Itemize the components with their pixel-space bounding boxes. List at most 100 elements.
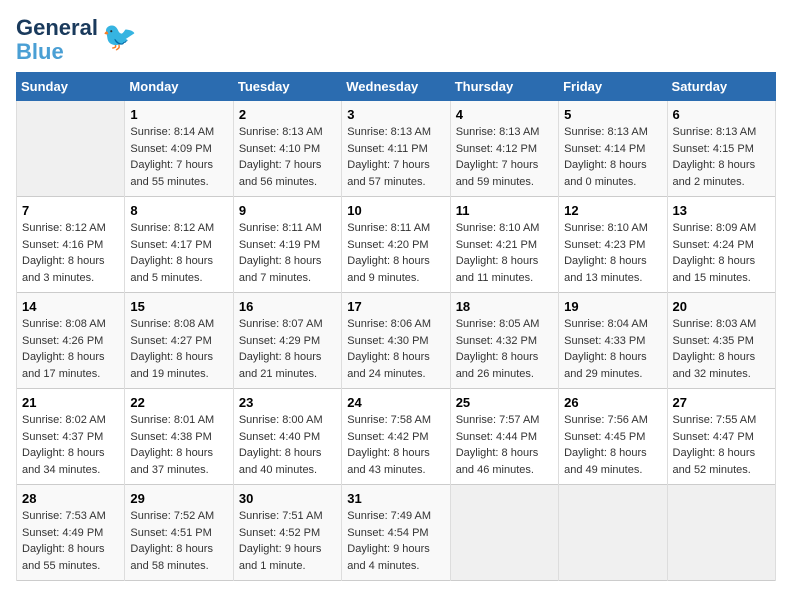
day-number: 19	[564, 299, 661, 314]
day-number: 4	[456, 107, 553, 122]
calendar-cell: 3 Sunrise: 8:13 AMSunset: 4:11 PMDaylight…	[342, 101, 450, 197]
day-info: Sunrise: 8:11 AMSunset: 4:19 PMDaylight:…	[239, 220, 336, 286]
day-info: Sunrise: 8:02 AMSunset: 4:37 PMDaylight:…	[22, 412, 119, 478]
day-number: 3	[347, 107, 444, 122]
calendar-cell: 12 Sunrise: 8:10 AMSunset: 4:23 PMDayligh…	[559, 197, 667, 293]
day-info: Sunrise: 8:03 AMSunset: 4:35 PMDaylight:…	[673, 316, 770, 382]
day-info: Sunrise: 7:52 AMSunset: 4:51 PMDaylight:…	[130, 508, 227, 574]
calendar-cell: 21 Sunrise: 8:02 AMSunset: 4:37 PMDayligh…	[17, 389, 125, 485]
day-number: 17	[347, 299, 444, 314]
calendar-cell: 6Sunrise: 8:13 AMSunset: 4:15 PMDaylight…	[667, 101, 775, 197]
day-number: 8	[130, 203, 227, 218]
calendar-cell: 8 Sunrise: 8:12 AMSunset: 4:17 PMDaylight…	[125, 197, 233, 293]
calendar-cell: 2Sunrise: 8:13 AMSunset: 4:10 PMDaylight…	[233, 101, 341, 197]
calendar-cell: 30 Sunrise: 7:51 AMSunset: 4:52 PMDayligh…	[233, 485, 341, 581]
day-number: 23	[239, 395, 336, 410]
calendar-cell: 7 Sunrise: 8:12 AMSunset: 4:16 PMDaylight…	[17, 197, 125, 293]
day-info: Sunrise: 8:13 AMSunset: 4:11 PMDaylight:…	[347, 124, 444, 190]
day-info: Sunrise: 8:06 AMSunset: 4:30 PMDaylight:…	[347, 316, 444, 382]
calendar-week-row: 14 Sunrise: 8:08 AMSunset: 4:26 PMDayligh…	[17, 293, 776, 389]
day-info: Sunrise: 7:57 AMSunset: 4:44 PMDaylight:…	[456, 412, 553, 478]
calendar-cell: 24Sunrise: 7:58 AMSunset: 4:42 PMDayligh…	[342, 389, 450, 485]
calendar-cell: 13 Sunrise: 8:09 AMSunset: 4:24 PMDayligh…	[667, 197, 775, 293]
calendar-cell	[17, 101, 125, 197]
header-tuesday: Tuesday	[233, 73, 341, 101]
header-monday: Monday	[125, 73, 233, 101]
calendar-cell	[667, 485, 775, 581]
day-number: 10	[347, 203, 444, 218]
calendar-cell: 15Sunrise: 8:08 AMSunset: 4:27 PMDayligh…	[125, 293, 233, 389]
calendar-cell: 19 Sunrise: 8:04 AMSunset: 4:33 PMDayligh…	[559, 293, 667, 389]
day-info: Sunrise: 8:12 AMSunset: 4:16 PMDaylight:…	[22, 220, 119, 286]
calendar-cell: 17 Sunrise: 8:06 AMSunset: 4:30 PMDayligh…	[342, 293, 450, 389]
day-number: 28	[22, 491, 119, 506]
day-info: Sunrise: 8:08 AMSunset: 4:26 PMDaylight:…	[22, 316, 119, 382]
day-number: 26	[564, 395, 661, 410]
day-number: 13	[673, 203, 770, 218]
calendar-week-row: 7 Sunrise: 8:12 AMSunset: 4:16 PMDaylight…	[17, 197, 776, 293]
calendar-week-row: 21 Sunrise: 8:02 AMSunset: 4:37 PMDayligh…	[17, 389, 776, 485]
day-number: 16	[239, 299, 336, 314]
day-number: 31	[347, 491, 444, 506]
calendar-header-row: SundayMondayTuesdayWednesdayThursdayFrid…	[17, 73, 776, 101]
day-number: 1	[130, 107, 227, 122]
calendar-week-row: 28 Sunrise: 7:53 AMSunset: 4:49 PMDayligh…	[17, 485, 776, 581]
day-info: Sunrise: 8:12 AMSunset: 4:17 PMDaylight:…	[130, 220, 227, 286]
day-number: 18	[456, 299, 553, 314]
day-info: Sunrise: 7:53 AMSunset: 4:49 PMDaylight:…	[22, 508, 119, 574]
day-info: Sunrise: 8:10 AMSunset: 4:21 PMDaylight:…	[456, 220, 553, 286]
calendar-table: SundayMondayTuesdayWednesdayThursdayFrid…	[16, 72, 776, 581]
calendar-cell: 26 Sunrise: 7:56 AMSunset: 4:45 PMDayligh…	[559, 389, 667, 485]
day-info: Sunrise: 8:13 AMSunset: 4:15 PMDaylight:…	[673, 124, 770, 190]
calendar-cell: 14 Sunrise: 8:08 AMSunset: 4:26 PMDayligh…	[17, 293, 125, 389]
day-number: 7	[22, 203, 119, 218]
header-saturday: Saturday	[667, 73, 775, 101]
header-wednesday: Wednesday	[342, 73, 450, 101]
header-friday: Friday	[559, 73, 667, 101]
day-number: 24	[347, 395, 444, 410]
calendar-cell: 18Sunrise: 8:05 AMSunset: 4:32 PMDayligh…	[450, 293, 558, 389]
calendar-cell: 23 Sunrise: 8:00 AMSunset: 4:40 PMDayligh…	[233, 389, 341, 485]
day-info: Sunrise: 8:09 AMSunset: 4:24 PMDaylight:…	[673, 220, 770, 286]
day-number: 22	[130, 395, 227, 410]
day-info: Sunrise: 8:01 AMSunset: 4:38 PMDaylight:…	[130, 412, 227, 478]
day-number: 29	[130, 491, 227, 506]
day-number: 25	[456, 395, 553, 410]
calendar-cell: 22 Sunrise: 8:01 AMSunset: 4:38 PMDayligh…	[125, 389, 233, 485]
day-number: 5	[564, 107, 661, 122]
calendar-cell	[559, 485, 667, 581]
day-info: Sunrise: 8:08 AMSunset: 4:27 PMDaylight:…	[130, 316, 227, 382]
day-info: Sunrise: 8:11 AMSunset: 4:20 PMDaylight:…	[347, 220, 444, 286]
day-info: Sunrise: 7:56 AMSunset: 4:45 PMDaylight:…	[564, 412, 661, 478]
day-number: 14	[22, 299, 119, 314]
logo-text: GeneralBlue	[16, 16, 98, 64]
calendar-cell: 11 Sunrise: 8:10 AMSunset: 4:21 PMDayligh…	[450, 197, 558, 293]
calendar-cell: 9Sunrise: 8:11 AMSunset: 4:19 PMDaylight…	[233, 197, 341, 293]
day-number: 30	[239, 491, 336, 506]
calendar-cell: 1Sunrise: 8:14 AMSunset: 4:09 PMDaylight…	[125, 101, 233, 197]
day-info: Sunrise: 8:13 AMSunset: 4:12 PMDaylight:…	[456, 124, 553, 190]
calendar-cell	[450, 485, 558, 581]
day-number: 11	[456, 203, 553, 218]
calendar-cell: 27 Sunrise: 7:55 AMSunset: 4:47 PMDayligh…	[667, 389, 775, 485]
calendar-cell: 31Sunrise: 7:49 AMSunset: 4:54 PMDayligh…	[342, 485, 450, 581]
day-number: 12	[564, 203, 661, 218]
calendar-cell: 28 Sunrise: 7:53 AMSunset: 4:49 PMDayligh…	[17, 485, 125, 581]
day-number: 27	[673, 395, 770, 410]
day-info: Sunrise: 7:51 AMSunset: 4:52 PMDaylight:…	[239, 508, 336, 574]
calendar-cell: 16 Sunrise: 8:07 AMSunset: 4:29 PMDayligh…	[233, 293, 341, 389]
day-number: 21	[22, 395, 119, 410]
calendar-cell: 4 Sunrise: 8:13 AMSunset: 4:12 PMDaylight…	[450, 101, 558, 197]
calendar-cell: 10 Sunrise: 8:11 AMSunset: 4:20 PMDayligh…	[342, 197, 450, 293]
calendar-cell: 25 Sunrise: 7:57 AMSunset: 4:44 PMDayligh…	[450, 389, 558, 485]
logo-bird-icon: 🐦	[102, 20, 137, 53]
day-info: Sunrise: 8:04 AMSunset: 4:33 PMDaylight:…	[564, 316, 661, 382]
day-info: Sunrise: 7:55 AMSunset: 4:47 PMDaylight:…	[673, 412, 770, 478]
header-sunday: Sunday	[17, 73, 125, 101]
day-info: Sunrise: 8:13 AMSunset: 4:10 PMDaylight:…	[239, 124, 336, 190]
day-number: 20	[673, 299, 770, 314]
calendar-cell: 5Sunrise: 8:13 AMSunset: 4:14 PMDaylight…	[559, 101, 667, 197]
day-info: Sunrise: 8:10 AMSunset: 4:23 PMDaylight:…	[564, 220, 661, 286]
day-info: Sunrise: 8:07 AMSunset: 4:29 PMDaylight:…	[239, 316, 336, 382]
day-info: Sunrise: 8:00 AMSunset: 4:40 PMDaylight:…	[239, 412, 336, 478]
